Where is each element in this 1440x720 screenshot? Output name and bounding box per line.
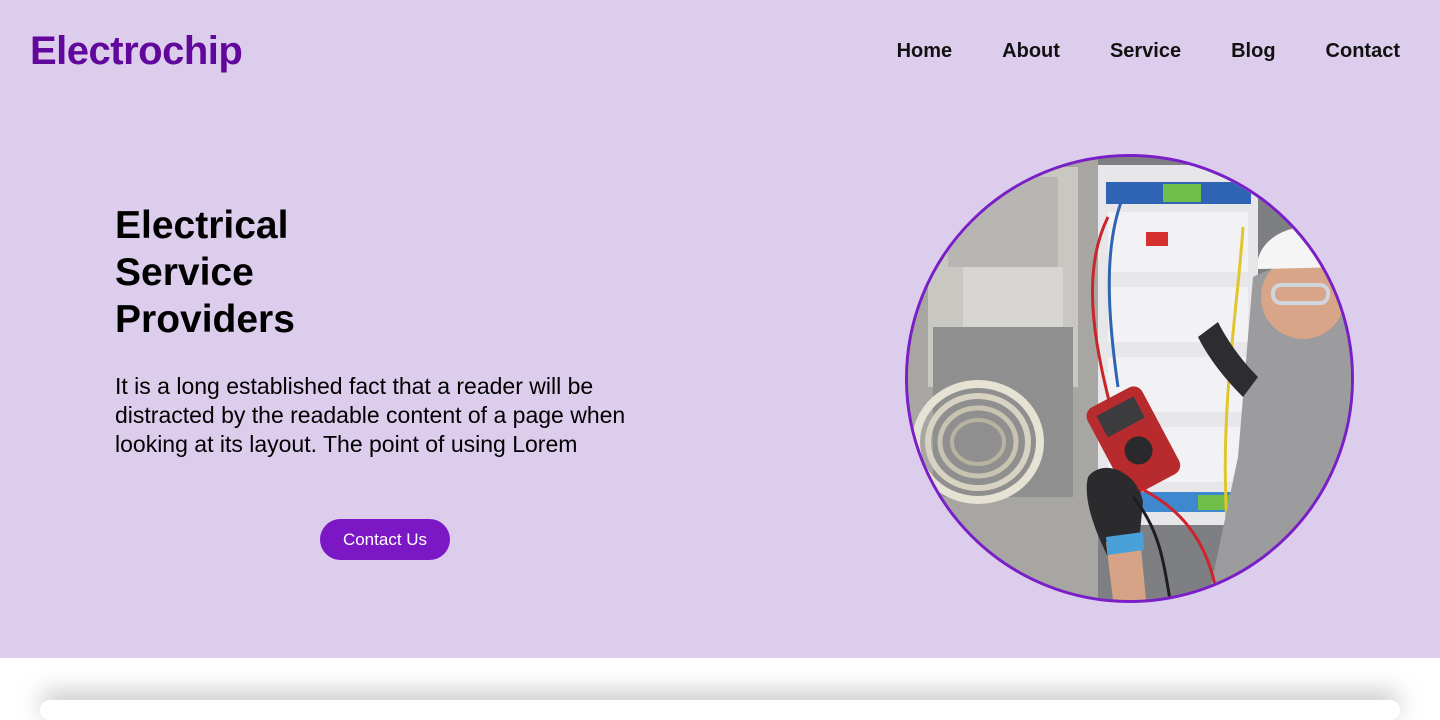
nav-item-home[interactable]: Home <box>897 38 953 64</box>
nav-item-service[interactable]: Service <box>1110 38 1181 64</box>
nav-item-blog[interactable]: Blog <box>1231 38 1275 64</box>
electrician-illustration <box>908 157 1351 600</box>
nav-item-contact[interactable]: Contact <box>1326 38 1400 64</box>
nav-item-about[interactable]: About <box>1002 38 1060 64</box>
content-card <box>40 700 1400 720</box>
contact-us-button[interactable]: Contact Us <box>320 519 450 560</box>
hero-title-line: Electrical <box>115 204 289 247</box>
hero-image-electrician <box>905 154 1354 603</box>
main-nav: Home About Service Blog Contact <box>847 38 1400 64</box>
hero-description: It is a long established fact that a rea… <box>115 373 626 457</box>
hero-section: Electrochip Home About Service Blog Cont… <box>0 0 1440 658</box>
hero-title-line: Providers <box>115 298 295 341</box>
hero-title: Electrical Service Providers <box>115 202 415 343</box>
hero-title-line: Service <box>115 251 254 294</box>
brand-logo[interactable]: Electrochip <box>30 26 243 76</box>
